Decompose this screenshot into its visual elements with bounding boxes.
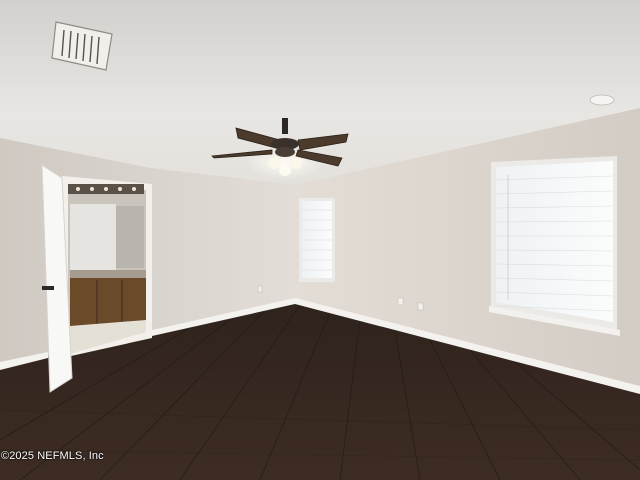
smoke-detector	[589, 94, 615, 106]
room-photo	[0, 0, 640, 480]
window-large-blind	[496, 161, 613, 322]
outlet	[417, 302, 424, 311]
photo-watermark: ©2025 NEFMLS, Inc	[1, 450, 104, 462]
outlet	[397, 297, 404, 306]
vanity-counter	[70, 270, 146, 278]
door-handle	[42, 286, 54, 290]
bathroom-mirror-right	[116, 206, 144, 268]
window-small-blind	[302, 201, 332, 278]
vanity-cabinet	[70, 278, 146, 326]
bathroom-mirror	[70, 204, 116, 270]
outlet	[257, 285, 263, 293]
